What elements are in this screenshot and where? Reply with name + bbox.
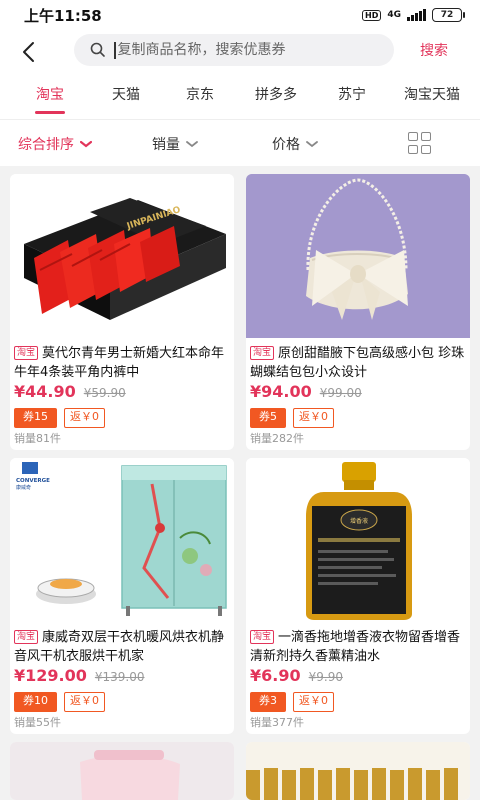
clothes-dryer-image: CONVERGE 康威奇: [10, 458, 234, 622]
product-image[interactable]: [246, 174, 470, 338]
price-row: ¥129.00 ¥139.00: [10, 666, 234, 690]
price: ¥6.90: [250, 666, 301, 685]
tab-label: 天猫: [112, 87, 140, 103]
tab-jd[interactable]: 京东: [170, 72, 230, 118]
product-card[interactable]: [10, 742, 234, 800]
product-card[interactable]: JINPAINIAO 淘宝 莫代尔青年男士新婚大红本命年牛年4条装平角内裤中 ¥4…: [10, 174, 234, 450]
search-input[interactable]: [117, 42, 368, 58]
product-card[interactable]: CONVERGE 康威奇 淘宝 康威奇双层干衣机暖风烘衣机静音风干机衣服烘干机家 …: [10, 458, 234, 734]
tab-taobao[interactable]: 淘宝: [20, 72, 80, 118]
product-title: 淘宝 原创甜醋腋下包高级感小包 珍珠蝴蝶结包包小众设计: [246, 338, 470, 382]
original-price: ¥139.00: [94, 670, 145, 684]
original-price: ¥99.00: [319, 386, 362, 400]
search-box[interactable]: [74, 34, 394, 66]
product-card[interactable]: 淘宝 原创甜醋腋下包高级感小包 珍珠蝴蝶结包包小众设计 ¥94.00 ¥99.00…: [246, 174, 470, 450]
price-row: ¥44.90 ¥59.90: [10, 382, 234, 406]
sort-bar: 综合排序 销量 价格: [0, 120, 480, 166]
price: ¥129.00: [14, 666, 87, 685]
price-row: ¥94.00 ¥99.00: [246, 382, 470, 406]
brand-sub: 康威奇: [16, 484, 31, 491]
grid-view-icon[interactable]: [408, 132, 432, 154]
search-button[interactable]: 搜索: [420, 40, 448, 60]
product-title: 淘宝 康威奇双层干衣机暖风烘衣机静音风干机衣服烘干机家: [10, 622, 234, 666]
product-card[interactable]: [246, 742, 470, 800]
rebate-badge: 返￥0: [293, 692, 334, 712]
chevron-down-icon: [306, 141, 318, 148]
sales-count: 销量81件: [14, 432, 61, 445]
tab-label: 苏宁: [338, 87, 366, 103]
product-image[interactable]: [246, 742, 470, 800]
search-icon: [90, 42, 105, 57]
status-icons: HD 4G 72: [362, 8, 465, 22]
sort-sales[interactable]: 销量: [152, 134, 198, 154]
original-price: ¥9.90: [308, 670, 343, 684]
rebate-badge: 返￥0: [293, 408, 334, 428]
brand-text: CONVERGE: [16, 478, 50, 484]
source-badge: 淘宝: [14, 346, 39, 360]
coupon-badge[interactable]: 券3: [250, 692, 286, 712]
product-title: 淘宝 莫代尔青年男士新婚大红本命年牛年4条装平角内裤中: [10, 338, 234, 382]
tag-row: 券10 返￥0: [10, 690, 234, 712]
product-image[interactable]: [10, 742, 234, 800]
platform-tabs: 淘宝 天猫 京东 拼多多 苏宁 淘宝天猫: [0, 72, 480, 120]
tab-label: 淘宝: [36, 87, 64, 103]
tab-label: 淘宝天猫: [404, 87, 460, 103]
rebate-badge: 返￥0: [64, 408, 105, 428]
original-price: ¥59.90: [83, 386, 126, 400]
coupon-badge[interactable]: 券10: [14, 692, 57, 712]
tab-taobao-tmall[interactable]: 淘宝天猫: [392, 72, 472, 118]
product-image[interactable]: 增香液: [246, 458, 470, 622]
source-badge: 淘宝: [14, 630, 39, 644]
handbag-image: [246, 174, 470, 338]
signal-icon: [407, 9, 426, 21]
tab-tmall[interactable]: 天猫: [96, 72, 156, 118]
price-row: ¥6.90 ¥9.90: [246, 666, 470, 690]
sort-label: 综合排序: [18, 137, 74, 153]
sort-label: 价格: [272, 137, 300, 153]
tab-suning[interactable]: 苏宁: [322, 72, 382, 118]
search-header: 搜索: [0, 30, 480, 72]
sort-comprehensive[interactable]: 综合排序: [18, 134, 92, 154]
product-title-text: 原创甜醋腋下包高级感小包 珍珠蝴蝶结包包小众设计: [250, 346, 465, 380]
coupon-badge[interactable]: 券15: [14, 408, 57, 428]
tag-row: 券3 返￥0: [246, 690, 470, 712]
product-card[interactable]: 增香液 淘宝 一滴香拖地增香液衣物留香增香清新剂持久香薰精油水 ¥6.90 ¥9.…: [246, 458, 470, 734]
bottle-label: 增香液: [350, 517, 368, 525]
tag-row: 券15 返￥0: [10, 406, 234, 428]
product-title-text: 一滴香拖地增香液衣物留香增香清新剂持久香薰精油水: [250, 630, 461, 664]
chevron-down-icon: [80, 140, 92, 148]
sort-label: 销量: [152, 137, 180, 153]
product-title-text: 莫代尔青年男士新婚大红本命年牛年4条装平角内裤中: [14, 346, 225, 380]
rebate-badge: 返￥0: [64, 692, 105, 712]
sales-count: 销量377件: [250, 716, 304, 729]
source-badge: 淘宝: [250, 346, 275, 360]
status-time: 上午11:58: [24, 6, 102, 25]
chevron-down-icon: [186, 141, 198, 148]
hd-icon: HD: [362, 9, 382, 21]
back-arrow-icon[interactable]: [18, 40, 42, 64]
tab-label: 京东: [186, 87, 214, 103]
battery-icon: 72: [432, 8, 465, 22]
tab-label: 拼多多: [255, 87, 297, 103]
sales-count: 销量55件: [14, 716, 61, 729]
battery-level: 72: [440, 10, 454, 20]
price: ¥44.90: [14, 382, 76, 401]
product-title-text: 康威奇双层干衣机暖风烘衣机静音风干机衣服烘干机家: [14, 630, 225, 664]
tag-row: 券5 返￥0: [246, 406, 470, 428]
source-badge: 淘宝: [250, 630, 275, 644]
sales-count: 销量282件: [250, 432, 304, 445]
text-cursor: [114, 41, 116, 59]
underwear-box-image: JINPAINIAO: [10, 174, 234, 338]
network-type: 4G: [387, 10, 401, 20]
product-image[interactable]: CONVERGE 康威奇: [10, 458, 234, 622]
status-bar: 上午11:58 HD 4G 72: [0, 0, 480, 30]
sort-price[interactable]: 价格: [272, 134, 318, 154]
product-image[interactable]: JINPAINIAO: [10, 174, 234, 338]
price: ¥94.00: [250, 382, 312, 401]
coupon-badge[interactable]: 券5: [250, 408, 286, 428]
tab-pinduoduo[interactable]: 拼多多: [246, 72, 306, 118]
product-title: 淘宝 一滴香拖地增香液衣物留香增香清新剂持久香薰精油水: [246, 622, 470, 666]
fragrance-bottle-image: 增香液: [246, 458, 470, 622]
